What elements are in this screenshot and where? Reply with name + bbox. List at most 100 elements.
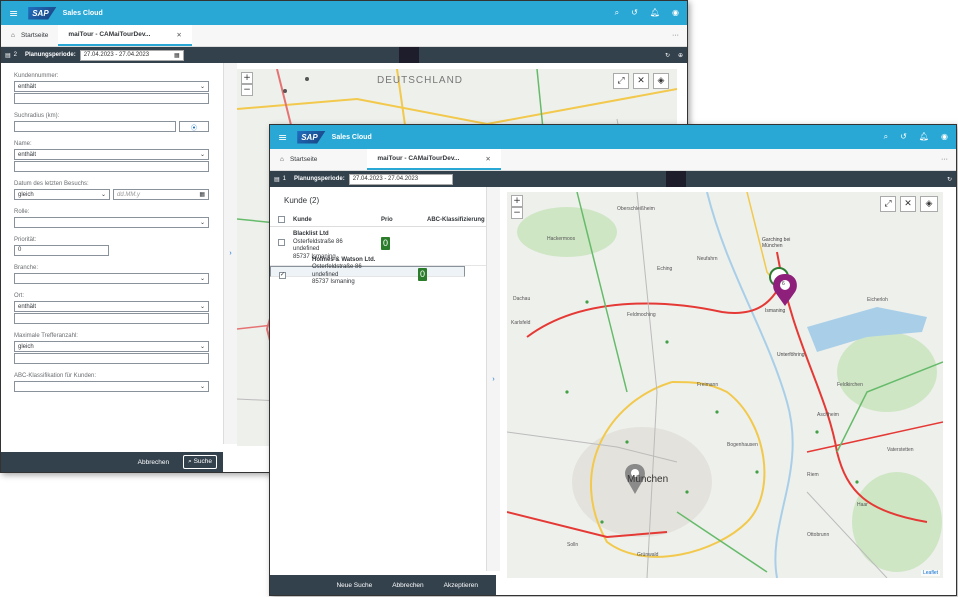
name-input[interactable] <box>14 161 209 172</box>
calendar-icon[interactable]: ▦ <box>174 52 180 59</box>
tab-bar: ⌂ Startseite maiTour - CAMaiTourDev... ✕ ·… <box>1 25 687 47</box>
kundennummer-input[interactable] <box>14 93 209 104</box>
accept-button[interactable]: Akzeptieren <box>440 580 482 591</box>
location-button[interactable]: ⦿ <box>179 121 209 132</box>
calendar-icon[interactable]: ▦ <box>199 191 205 198</box>
kundennummer-operator[interactable]: enthält ⌄ <box>14 81 209 92</box>
country-label: DEUTSCHLAND <box>377 75 464 86</box>
period-label: Planungsperiode: <box>294 176 345 182</box>
select-all-checkbox[interactable] <box>278 216 285 223</box>
treffer-input[interactable] <box>14 353 209 364</box>
close-tab-icon[interactable]: ✕ <box>176 31 181 39</box>
overflow-icon[interactable]: ··· <box>672 32 679 39</box>
place-label: Eicherloh <box>867 297 888 303</box>
fullscreen-button[interactable]: ⤢ <box>880 196 896 212</box>
new-search-button[interactable]: Neue Suche <box>332 580 376 591</box>
main-map[interactable]: 6 München Ismaning Garching bei München … <box>507 192 943 578</box>
menu-icon[interactable]: ≡ <box>278 131 287 144</box>
city-label: München <box>627 474 669 485</box>
list-title: Kunde (2) <box>284 196 320 205</box>
row-checkbox[interactable]: ✓ <box>279 272 286 279</box>
table-row[interactable]: ✓ Holmes & Watson Ltd. Osterfeldstraße 8… <box>270 257 465 285</box>
list-icon[interactable]: ▤ <box>274 176 280 183</box>
name-label: Name: <box>14 141 32 147</box>
prio-badge: 0 <box>381 237 390 250</box>
row-checkbox[interactable] <box>278 239 285 246</box>
history-icon[interactable]: ↺ <box>900 132 907 142</box>
list-header: Kunde Prio ABC-Klassifizierung <box>270 213 486 227</box>
notification-icon[interactable]: 🔔︎ <box>919 132 929 142</box>
period-label: Planungsperiode: <box>25 52 76 58</box>
overflow-icon[interactable]: ··· <box>941 156 948 163</box>
cancel-button[interactable]: Abbrechen <box>134 457 173 468</box>
planning-toolbar: ▤ 1 Planungsperiode: 27.04.2023 - 27.04.… <box>270 171 956 187</box>
cancel-button[interactable]: Abbrechen <box>388 580 427 591</box>
zoom-out-button[interactable]: − <box>511 207 523 219</box>
rolle-select[interactable]: ⌄ <box>14 217 209 228</box>
search-button[interactable]: ⌕ Suche <box>183 455 217 469</box>
zoom-icon[interactable]: ⊕ <box>678 52 683 59</box>
user-icon[interactable]: ◉ <box>672 8 679 18</box>
search-icon[interactable]: ⌕ <box>884 132 888 142</box>
chevron-down-icon: ⌄ <box>199 84 205 90</box>
ort-input[interactable] <box>14 313 209 324</box>
treffer-operator[interactable]: gleich ⌄ <box>14 341 209 352</box>
suchradius-input[interactable] <box>14 121 176 132</box>
ismaning-label: Ismaning <box>765 308 786 314</box>
sap-logo: SAP <box>28 6 57 20</box>
clear-button[interactable]: ✕ <box>633 73 649 89</box>
place-label: Feldmoching <box>627 312 656 318</box>
place-label: Dachau <box>513 296 531 302</box>
zoom-in-button[interactable]: + <box>511 195 523 207</box>
place-label: Riem <box>807 472 819 478</box>
place-label: Feldkirchen <box>837 382 863 388</box>
chevron-down-icon: ⌄ <box>199 384 205 390</box>
tab-maitour[interactable]: maiTour - CAMaiTourDev... ✕ <box>367 149 501 170</box>
app-title: Sales Cloud <box>62 9 103 17</box>
row-extra: undefined <box>312 271 339 278</box>
zoom-in-button[interactable]: + <box>241 72 253 84</box>
ort-operator[interactable]: enthält ⌄ <box>14 301 209 312</box>
chevron-down-icon: ⌄ <box>199 304 205 310</box>
branche-select[interactable]: ⌄ <box>14 273 209 284</box>
search-icon[interactable]: ⌕ <box>615 8 619 18</box>
tab-bar: ⌂ Startseite maiTour - CAMaiTourDev... ✕ ·… <box>270 149 956 171</box>
datum-operator[interactable]: gleich ⌄ <box>14 189 110 200</box>
history-icon[interactable]: ↺ <box>631 8 638 18</box>
list-icon[interactable]: ▤ <box>5 52 11 59</box>
back-footer: Abbrechen ⌕ Suche <box>1 452 223 472</box>
period-input[interactable]: 27.04.2023 - 27.04.2023 <box>348 173 453 185</box>
tab-startseite[interactable]: ⌂ Startseite <box>1 25 58 46</box>
zoom-out-button[interactable]: − <box>241 84 253 96</box>
chevron-down-icon: ⌄ <box>199 276 205 282</box>
close-tab-icon[interactable]: ✕ <box>485 155 490 163</box>
map-attribution[interactable]: Leaflet <box>920 570 940 576</box>
name-operator[interactable]: enthält ⌄ <box>14 149 209 160</box>
layers-button[interactable]: ◈ <box>920 196 938 212</box>
place-label: Vaterstetten <box>887 447 914 453</box>
prioritaet-input[interactable]: 0 <box>14 245 109 256</box>
fullscreen-button[interactable]: ⤢ <box>613 73 629 89</box>
kundennummer-label: Kundennummer: <box>14 73 59 79</box>
datum-input[interactable]: dd.MM.y ▦ <box>113 189 209 200</box>
selection-count: 1 <box>282 176 287 182</box>
tab-startseite[interactable]: ⌂ Startseite <box>270 149 327 170</box>
notification-icon[interactable]: 🔔︎ <box>650 8 660 18</box>
menu-icon[interactable]: ≡ <box>9 7 18 20</box>
layers-button[interactable]: ◈ <box>653 73 669 89</box>
splitter[interactable]: › <box>223 63 237 444</box>
abc-select[interactable]: ⌄ <box>14 381 209 392</box>
customer-list-panel: Kunde (2) Kunde Prio ABC-Klassifizierung… <box>270 187 486 571</box>
splitter[interactable]: › <box>486 187 500 571</box>
mini-preview <box>666 171 686 187</box>
refresh-icon[interactable]: ↻ <box>665 52 670 59</box>
clear-button[interactable]: ✕ <box>900 196 916 212</box>
place-label: Haar <box>857 502 868 508</box>
user-icon[interactable]: ◉ <box>941 132 948 142</box>
place-label: Neufahrn <box>697 256 718 262</box>
period-input[interactable]: 27.04.2023 - 27.04.2023 ▦ <box>79 49 184 61</box>
search-form: Kundennummer: enthält ⌄ Suchradius (km): … <box>1 63 223 444</box>
refresh-icon[interactable]: ↻ <box>947 176 952 183</box>
tab-maitour[interactable]: maiTour - CAMaiTourDev... ✕ <box>58 25 192 46</box>
prioritaet-label: Priorität: <box>14 237 37 243</box>
